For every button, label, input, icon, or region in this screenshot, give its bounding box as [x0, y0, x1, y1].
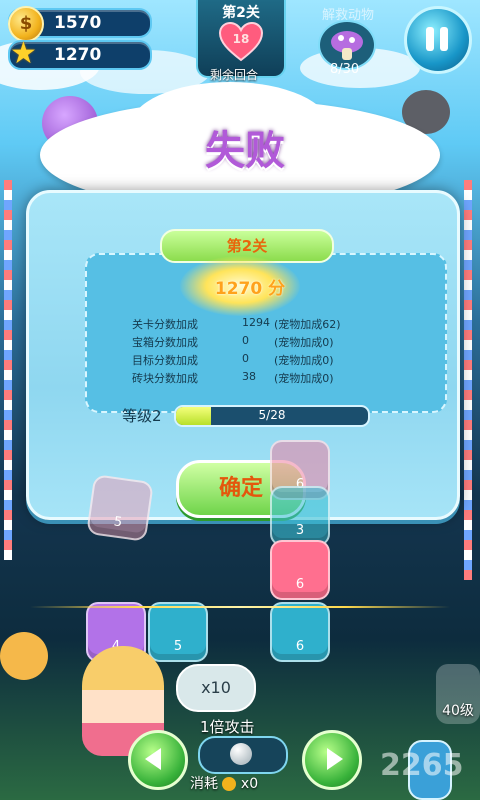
row-value: 0	[242, 352, 249, 365]
ball-icon	[230, 743, 252, 765]
moves-left-value: 18	[232, 32, 250, 46]
tile: 6	[270, 540, 330, 600]
rescue-count: 8/30	[330, 62, 360, 77]
pause-button[interactable]	[404, 6, 472, 74]
total-score: 1270 分	[214, 279, 286, 299]
star-icon: ★	[10, 36, 37, 71]
tile-number: 6	[295, 577, 305, 592]
hamster-icon	[0, 632, 48, 680]
attack-label: 1倍攻击	[200, 718, 255, 736]
consume-cost: 消耗 x0	[190, 773, 258, 793]
consume-label: 消耗	[190, 776, 218, 792]
danger-line	[30, 606, 450, 608]
tile-number: 5	[173, 639, 183, 654]
row-label: 关卡分数加成	[132, 318, 198, 331]
coin-icon	[222, 777, 237, 791]
tile: 6	[270, 602, 330, 662]
coin-counter: $ 1570	[8, 6, 152, 42]
row-note: (宠物加成0)	[274, 354, 334, 367]
coin-value: 1570	[54, 13, 102, 33]
tile-number: 5	[112, 514, 124, 531]
row-label: 宝箱分数加成	[132, 336, 198, 349]
heart-icon: 18	[218, 21, 264, 62]
row-value: 0	[242, 334, 249, 347]
moves-left-label: 剩余回合	[210, 68, 259, 82]
dialog-title: 失败	[205, 128, 285, 174]
level-label: 等级2	[122, 407, 162, 425]
pause-icon	[426, 27, 434, 51]
tile-number: 6	[295, 639, 305, 654]
pause-icon-bar	[440, 27, 448, 51]
level-badge[interactable]: 40级	[436, 664, 480, 724]
tile: 5	[148, 602, 208, 662]
left-arrow-icon	[145, 748, 161, 770]
progress-text: 5/28	[258, 408, 286, 422]
level-label: 第2关	[222, 5, 260, 21]
aim-right-button[interactable]	[302, 730, 362, 790]
tile: 3	[270, 486, 330, 546]
row-value: 38	[242, 370, 256, 383]
star-value: 1270	[54, 45, 102, 65]
right-pole	[464, 180, 472, 580]
row-note: (宠物加成0)	[274, 372, 334, 385]
multiplier-bubble[interactable]: x10	[176, 664, 256, 712]
level-badge-text: 40级	[442, 703, 474, 719]
row-label: 砖块分数加成	[132, 372, 198, 385]
row-label: 目标分数加成	[132, 354, 198, 367]
tile: 5	[86, 474, 154, 542]
tile-number: 3	[295, 523, 305, 538]
row-note: (宠物加成62)	[274, 318, 341, 331]
row-value: 1294	[242, 316, 270, 329]
row-note: (宠物加成0)	[274, 336, 334, 349]
watermark: 2265	[380, 748, 464, 783]
ball-launcher	[198, 736, 288, 774]
aim-left-button[interactable]	[128, 730, 188, 790]
left-pole	[4, 180, 12, 560]
level-progress-bar: 5/28	[174, 405, 370, 427]
consume-value: x0	[240, 776, 259, 792]
star-counter: ★ 1270	[8, 36, 152, 71]
right-arrow-icon	[327, 748, 343, 770]
